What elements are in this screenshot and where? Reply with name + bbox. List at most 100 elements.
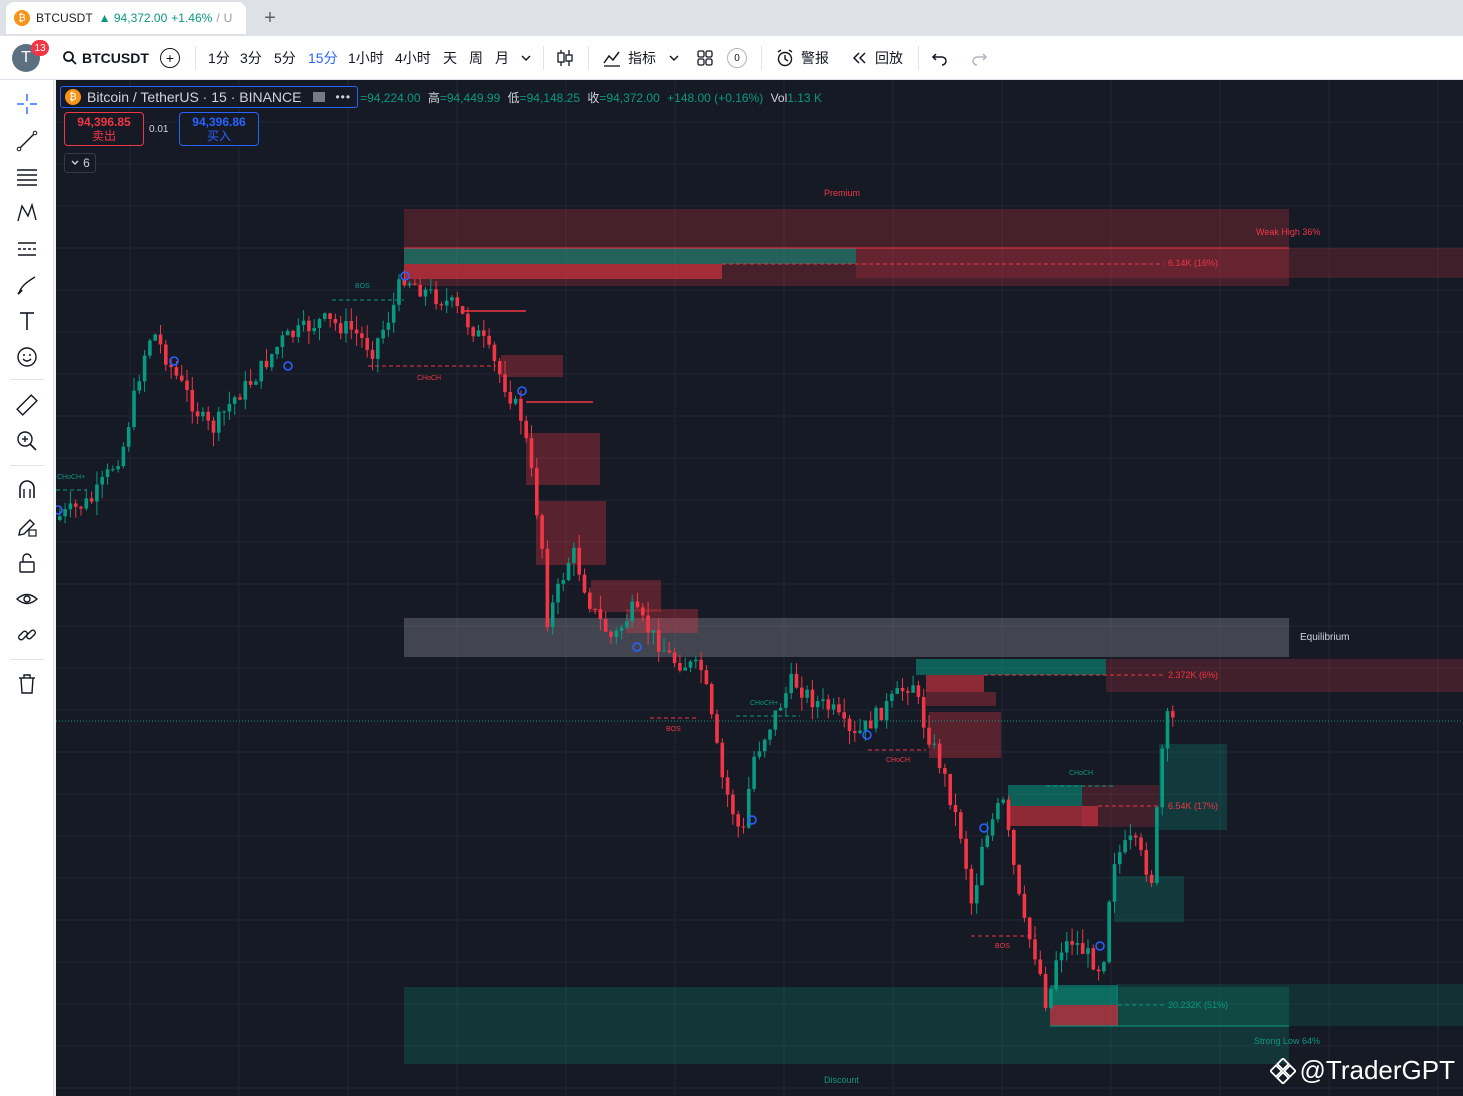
candle-bull [752,756,756,789]
magnet-tool[interactable] [13,476,41,504]
compare-symbol-button[interactable]: + [160,36,180,80]
candle-bull [243,380,248,400]
candle-bull [296,325,301,337]
choch-label: CHoCH [417,375,442,382]
interval-15m[interactable]: 15分 [308,36,338,80]
candle-bear [211,420,216,433]
candle-bear [206,411,210,421]
layout-count[interactable]: 0 [727,36,747,80]
more-options-icon[interactable]: ••• [335,90,351,104]
lock-drawings-tool[interactable] [13,513,41,541]
browser-tab[interactable]: ₿ BTCUSDT ▲ 94,372.00 +1.46% / U [6,2,246,34]
sell-price: 94,396.85 [77,115,131,129]
candle-bear [943,768,947,774]
candle-bear [598,609,603,620]
candle-bear [413,283,417,285]
candle-bull [132,390,136,428]
candle-bear [603,619,608,632]
symbol-legend[interactable]: ₿ Bitcoin / TetherUS · 15 · BINANCE ••• [60,86,359,108]
flag-icon[interactable] [313,92,326,102]
pattern-tool[interactable] [13,199,41,227]
premium-ob-bear [404,264,722,279]
interval-4h[interactable]: 4小时 [395,36,431,80]
text-tool[interactable] [13,307,41,335]
bitcoin-icon: ₿ [14,10,30,26]
interval-3m[interactable]: 3分 [240,36,262,80]
candle-bear [487,335,491,345]
new-tab-plus-icon[interactable]: + [258,6,282,30]
candle-bull [550,602,555,627]
candle-bull [778,707,783,711]
layouts-button[interactable] [696,36,714,80]
zoom-in-icon [17,431,37,451]
zoom-tool[interactable] [13,427,41,455]
interval-1h[interactable]: 1小时 [348,36,384,80]
candle-bear [582,574,587,593]
price-chart[interactable] [56,80,1463,1096]
sell-button[interactable]: 94,396.85 卖出 [64,112,144,146]
candle-bear [164,344,168,365]
candle-bull [863,720,868,731]
candle-bull [773,710,778,730]
alert-button[interactable]: 警报 [775,36,829,80]
candle-bear [349,320,354,330]
chart-type-button[interactable] [556,36,574,80]
chevron-down-icon [71,160,79,165]
chevron-down-icon [521,55,531,62]
candle-bear [678,663,682,671]
brush-tool[interactable] [13,271,41,299]
interval-month[interactable]: 月 [495,36,509,80]
candle-bear [291,330,295,337]
candle-bull [450,297,454,301]
candle-bear [185,380,189,391]
legend-title: Bitcoin / TetherUS · 15 · BINANCE [87,89,302,105]
candle-bull [301,320,306,326]
candle-bear [837,704,841,713]
indicators-dropdown[interactable] [668,36,680,80]
tab-cut-text: U [223,11,233,25]
candle-bull [344,320,348,334]
link-tool[interactable] [13,621,41,649]
candle-bull [1165,711,1170,749]
bos-label: BOS [995,943,1010,950]
swing-marker [862,730,872,740]
candle-bear [826,699,831,710]
interval-week[interactable]: 周 [469,36,483,80]
delete-tool[interactable] [13,670,41,698]
low-value: =94,148.25 [519,90,581,105]
indicators-button[interactable]: 指标 [602,36,656,80]
redo-button[interactable] [970,36,988,80]
candle-bear [540,515,544,549]
replay-button[interactable]: 回放 [851,36,903,80]
chart-pane[interactable]: Premium Weak High 36% 6.14K (16%) Equili… [56,80,1463,1096]
trend-line-icon [16,130,38,152]
crosshair-tool[interactable] [13,90,41,118]
interval-5m[interactable]: 5分 [274,36,296,80]
candle-bull [1160,748,1164,808]
hide-tool[interactable] [13,585,41,613]
candle-bull [996,802,1000,820]
alarm-clock-icon [777,49,793,67]
interval-1m[interactable]: 1分 [208,36,230,80]
bitcoin-icon: ₿ [65,89,81,105]
interval-dropdown[interactable] [520,36,532,80]
measure-tool[interactable] [13,391,41,419]
buy-button[interactable]: 94,396.86 买入 [179,112,259,146]
symbol-search-button[interactable]: BTCUSDT [62,36,149,80]
candle-bear [593,608,597,610]
emoji-tool[interactable] [13,343,41,371]
trend-line-tool[interactable] [13,127,41,155]
candle-bull [513,398,518,404]
prediction-tool[interactable] [13,235,41,263]
candle-bear [1006,799,1011,831]
undo-button[interactable] [931,36,949,80]
candle-bear [959,812,963,839]
candle-bear [508,391,513,404]
indicators-collapse-button[interactable]: 6 [64,153,96,173]
candle-bull [874,707,878,729]
candle-bear [656,630,661,652]
interval-day[interactable]: 天 [443,36,457,80]
lock-tool[interactable] [13,549,41,577]
candle-bull [259,360,263,382]
fib-tool[interactable] [13,163,41,191]
